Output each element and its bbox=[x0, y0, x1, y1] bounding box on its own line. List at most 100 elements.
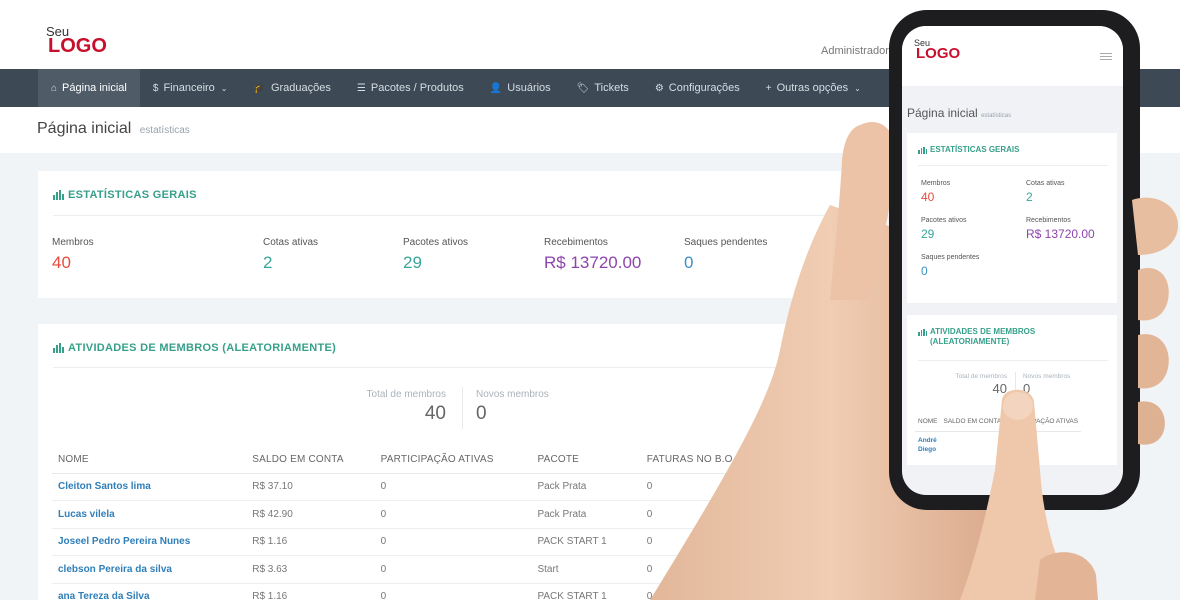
member-name-link[interactable]: Lucas vilela bbox=[52, 500, 247, 529]
mobile-logo[interactable]: Seu LOGO bbox=[914, 38, 974, 68]
stat-label: Recebimentos bbox=[544, 237, 608, 248]
mobile-stat-1: Cotas ativas 2 bbox=[1026, 180, 1065, 204]
plus-icon: + bbox=[765, 82, 772, 94]
table-cell: R$ 1.16 bbox=[246, 583, 375, 600]
phone-screen: Seu LOGO Página inicial estatísticas EST… bbox=[902, 26, 1123, 495]
stat-label: Membros bbox=[52, 237, 94, 248]
mobile-members-table: NOME SALDO EM CONTA PARTICIPAÇÃO ATIVAS … bbox=[915, 413, 1082, 458]
table-row: ana Tereza da Silva R$ 1.16 0 PACK START 10 bbox=[52, 583, 752, 600]
member-name-link[interactable]: Joseel Pedro Pereira Nunes bbox=[52, 528, 247, 556]
table-cell: 0 bbox=[374, 555, 532, 584]
stat-value: 29 bbox=[403, 253, 422, 272]
nav-item-3[interactable]: ☰ Pacotes / Produtos bbox=[344, 69, 477, 107]
nav-item-0[interactable]: ⌂ Página inicial bbox=[38, 69, 140, 107]
stat-1: Cotas ativas 2 bbox=[263, 237, 318, 273]
divider bbox=[918, 165, 1108, 166]
member-name-link[interactable]: Cleiton Santos lima bbox=[52, 473, 247, 501]
divider bbox=[53, 367, 872, 368]
mobile-new-members: Novos membros 0 bbox=[1023, 373, 1093, 396]
table-cell: Start bbox=[531, 555, 641, 584]
table-cell: 0 bbox=[374, 583, 532, 600]
table-cell: 0 bbox=[640, 555, 752, 584]
list-icon: ☰ bbox=[356, 82, 366, 94]
nav-item-5[interactable]: 🏷 Tickets bbox=[564, 69, 642, 107]
table-cell: 0 bbox=[374, 528, 532, 556]
mobile-header: Seu LOGO bbox=[902, 26, 1123, 86]
mobile-total-value: 40 bbox=[992, 381, 1007, 396]
divider bbox=[462, 387, 463, 429]
user-menu[interactable]: Administrador bbox=[821, 45, 889, 57]
mobile-col-participation: PARTICIPAÇÃO ATIVAS bbox=[1004, 413, 1082, 432]
mobile-total-label: Total de membros bbox=[955, 373, 1007, 380]
general-stats-title: ESTATÍSTICAS GERAIS bbox=[68, 189, 197, 201]
mobile-stat-value: R$ 13720.00 bbox=[1026, 227, 1095, 241]
table-cell: Pack Prata bbox=[531, 500, 641, 529]
column-header[interactable]: FATURAS NO B.O bbox=[640, 447, 752, 474]
page-subtitle: estatísticas bbox=[139, 125, 190, 136]
mobile-stat-value: 29 bbox=[921, 227, 935, 241]
member-name-link[interactable]: clebson Pereira da silva bbox=[52, 555, 247, 584]
table-cell: R$ 42.90 bbox=[246, 500, 375, 529]
nav-item-4[interactable]: 👤 Usuários bbox=[477, 69, 564, 107]
table-cell: R$ 1.16 bbox=[246, 528, 375, 556]
nav-item-6[interactable]: ⚙ Configurações bbox=[642, 69, 753, 107]
table-cell: R$ 3.63 bbox=[246, 555, 375, 584]
mobile-title-text: Página inicial bbox=[907, 106, 978, 120]
ticket-icon: 🏷 bbox=[576, 82, 590, 94]
mobile-row-name[interactable]: André Diego bbox=[915, 431, 941, 458]
table-cell: Pack Prata bbox=[531, 473, 641, 501]
member-activity-card: ATIVIDADES DE MEMBROS (ALEATORIAMENTE) T… bbox=[38, 324, 887, 600]
mobile-stats-title: ESTATÍSTICAS GERAIS bbox=[930, 145, 1020, 154]
column-header[interactable]: SALDO EM CONTA bbox=[246, 447, 375, 474]
nav-item-1[interactable]: $ Financeiro ⌄ bbox=[140, 69, 241, 107]
mobile-stats-card: ESTATÍSTICAS GERAIS Membros 40 Cotas ativa… bbox=[907, 133, 1117, 303]
member-name-link[interactable]: ana Tereza da Silva bbox=[52, 583, 247, 600]
nav-item-7[interactable]: + Outras opções ⌄ bbox=[753, 69, 874, 107]
page-title: Página inicial estatísticas bbox=[37, 120, 190, 138]
bar-chart-icon bbox=[53, 343, 64, 353]
member-activity-heading: ATIVIDADES DE MEMBROS (ALEATORIAMENTE) bbox=[53, 342, 336, 354]
mobile-stat-label: Cotas ativas bbox=[1026, 180, 1065, 187]
mobile-new-label: Novos membros bbox=[1023, 373, 1071, 380]
mobile-row-name-line1: André bbox=[918, 436, 937, 444]
stat-0: Membros 40 bbox=[52, 237, 94, 273]
mobile-stat-label: Membros bbox=[921, 180, 951, 187]
nav-item-label: Configurações bbox=[668, 82, 740, 94]
hamburger-menu-icon[interactable] bbox=[1100, 53, 1112, 62]
table-cell: 0 bbox=[374, 500, 532, 529]
page-title-text: Página inicial bbox=[37, 120, 132, 137]
stat-4: Saques pendentes 0 bbox=[684, 237, 767, 273]
nav-item-2[interactable]: 🎓 Graduações bbox=[241, 69, 344, 107]
column-header[interactable]: PACOTE bbox=[531, 447, 641, 474]
mobile-stat-3: Recebimentos R$ 13720.00 bbox=[1026, 217, 1095, 241]
general-stats-heading: ESTATÍSTICAS GERAIS bbox=[53, 189, 197, 201]
divider bbox=[53, 215, 872, 216]
table-cell: 0 bbox=[640, 583, 752, 600]
mobile-stat-2: Pacotes ativos 29 bbox=[921, 217, 967, 241]
mobile-stat-label: Recebimentos bbox=[1026, 217, 1071, 224]
mobile-activity-card: ATIVIDADES DE MEMBROS (ALEATORIAMENTE) T… bbox=[907, 315, 1117, 465]
member-activity-title: ATIVIDADES DE MEMBROS (ALEATORIAMENTE) bbox=[68, 342, 337, 354]
stat-value: 2 bbox=[263, 253, 273, 272]
brand-logo[interactable]: Seu LOGO bbox=[44, 24, 124, 60]
nav-item-label: Outras opções bbox=[776, 82, 849, 94]
table-row: Joseel Pedro Pereira Nunes R$ 1.16 0 PACK S… bbox=[52, 528, 752, 556]
column-header[interactable]: PARTICIPAÇÃO ATIVAS bbox=[374, 447, 532, 474]
table-cell: PACK START 1 bbox=[531, 583, 641, 600]
user-icon: 👤 bbox=[489, 82, 503, 94]
stat-value: 0 bbox=[684, 253, 694, 272]
table-cell: 0 bbox=[640, 500, 752, 529]
bar-chart-icon bbox=[918, 329, 927, 336]
nav-item-label: Tickets bbox=[594, 82, 629, 94]
new-members-value: 0 bbox=[476, 403, 487, 424]
table-cell: R$ 37.10 bbox=[246, 473, 375, 501]
mobile-stat-label: Saques pendentes bbox=[921, 254, 980, 261]
phone-mockup: Seu LOGO Página inicial estatísticas EST… bbox=[889, 10, 1140, 510]
column-header[interactable]: NOME bbox=[52, 447, 247, 474]
stat-2: Pacotes ativos 29 bbox=[403, 237, 468, 273]
total-members-value: 40 bbox=[424, 403, 446, 424]
divider bbox=[918, 360, 1108, 361]
mobile-stats-heading: ESTATÍSTICAS GERAIS bbox=[918, 145, 1020, 155]
mobile-activity-title: ATIVIDADES DE MEMBROS (ALEATORIAMENTE) bbox=[930, 327, 1035, 347]
general-stats-card: ESTATÍSTICAS GERAIS Membros 40 Cotas ativa… bbox=[38, 171, 887, 298]
